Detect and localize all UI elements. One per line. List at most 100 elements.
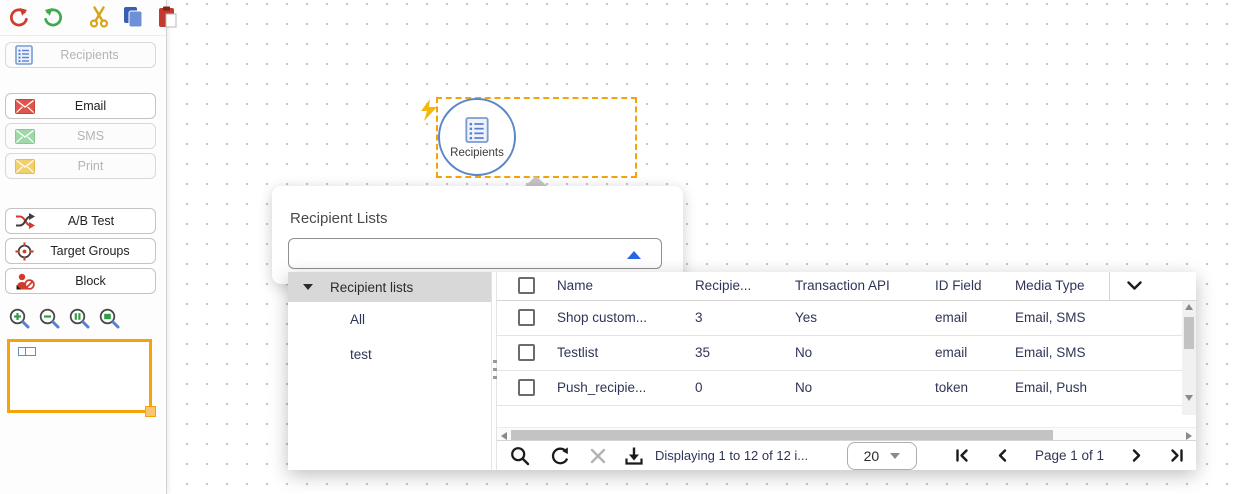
column-header-transaction-api[interactable]: Transaction API bbox=[795, 278, 935, 293]
column-header-recipients[interactable]: Recipie... bbox=[695, 278, 795, 293]
cut-icon[interactable] bbox=[88, 6, 110, 28]
minimap[interactable] bbox=[7, 339, 152, 413]
sidebar-item-label: Target Groups bbox=[34, 244, 146, 258]
scroll-right-icon[interactable] bbox=[1186, 432, 1192, 440]
copy-icon[interactable] bbox=[122, 6, 144, 28]
cell-media-type: Email, SMS bbox=[1015, 310, 1109, 325]
scroll-thumb[interactable] bbox=[1184, 317, 1194, 349]
recipients-node[interactable]: Recipients bbox=[438, 98, 516, 176]
column-header-media-type[interactable]: Media Type bbox=[1015, 278, 1109, 293]
row-checkbox[interactable] bbox=[518, 309, 535, 326]
undo-icon[interactable] bbox=[8, 6, 30, 28]
scroll-left-icon[interactable] bbox=[501, 432, 507, 440]
page-size-select[interactable]: 20 bbox=[847, 442, 917, 470]
sidebar-item-label: Email bbox=[35, 99, 146, 113]
node-label: Recipients bbox=[450, 147, 504, 159]
cell-id-field: email bbox=[935, 345, 1015, 360]
table-row[interactable]: Testlist 35 No email Email, SMS bbox=[497, 336, 1196, 371]
column-menu-button[interactable] bbox=[1109, 272, 1159, 300]
column-header-id-field[interactable]: ID Field bbox=[935, 278, 1015, 293]
zoom-toolbar bbox=[8, 307, 121, 330]
row-checkbox[interactable] bbox=[518, 379, 535, 396]
table-body: Shop custom... 3 Yes email Email, SMS Te… bbox=[497, 301, 1196, 427]
scroll-up-icon[interactable] bbox=[1185, 304, 1193, 310]
cell-media-type: Email, SMS bbox=[1015, 345, 1109, 360]
last-page-button[interactable] bbox=[1156, 444, 1196, 468]
horizontal-scrollbar[interactable] bbox=[497, 427, 1196, 440]
display-status-text: Displaying 1 to 12 of 12 i... bbox=[655, 448, 841, 463]
cell-id-field: email bbox=[935, 310, 1015, 325]
table-header-row: Name Recipie... Transaction API ID Field… bbox=[497, 272, 1196, 301]
zoom-fit-icon[interactable] bbox=[98, 307, 121, 330]
recipients-list-icon bbox=[15, 45, 33, 65]
sidebar-item-ab-test[interactable]: A/B Test bbox=[5, 208, 156, 234]
sidebar-item-label: Recipients bbox=[33, 48, 146, 62]
column-header-name[interactable]: Name bbox=[557, 278, 695, 293]
cell-transaction-api: Yes bbox=[795, 310, 935, 325]
table-row[interactable]: Push_recipie... 0 No token Email, Push bbox=[497, 371, 1196, 406]
prev-page-button[interactable] bbox=[983, 444, 1023, 468]
cell-transaction-api: No bbox=[795, 380, 935, 395]
download-icon[interactable] bbox=[623, 445, 645, 467]
scroll-down-icon[interactable] bbox=[1185, 395, 1193, 401]
tree-root-label: Recipient lists bbox=[330, 280, 413, 295]
search-icon[interactable] bbox=[509, 445, 531, 467]
sidebar-item-block[interactable]: Block bbox=[5, 268, 156, 294]
shuffle-icon bbox=[15, 213, 36, 229]
select-all-checkbox[interactable] bbox=[518, 277, 535, 294]
paste-icon[interactable] bbox=[156, 6, 178, 28]
zoom-out-icon[interactable] bbox=[38, 307, 61, 330]
caret-down-icon bbox=[890, 453, 900, 459]
sms-envelope-icon bbox=[15, 129, 35, 144]
sidebar: Recipients Email SMS Print A/B Test Targ… bbox=[0, 0, 167, 494]
zoom-reset-icon[interactable] bbox=[68, 307, 91, 330]
scroll-thumb[interactable] bbox=[511, 430, 1053, 440]
sidebar-item-label: Print bbox=[35, 159, 146, 173]
refresh-icon[interactable] bbox=[549, 445, 571, 467]
workflow-editor: Recipients Email SMS Print A/B Test Targ… bbox=[0, 0, 1242, 494]
cell-name: Push_recipie... bbox=[557, 380, 695, 395]
trigger-bolt-icon bbox=[421, 99, 438, 121]
recipient-lists-dropdown: Recipient lists All test Name Recipie...… bbox=[288, 272, 1196, 470]
cell-id-field: token bbox=[935, 380, 1015, 395]
recipient-lists-popup: Recipient Lists bbox=[272, 186, 683, 284]
row-checkbox[interactable] bbox=[518, 344, 535, 361]
edit-toolbar bbox=[0, 0, 166, 36]
page-size-value: 20 bbox=[864, 448, 880, 464]
sidebar-item-recipients[interactable]: Recipients bbox=[5, 42, 156, 68]
recipients-node-icon bbox=[465, 116, 489, 144]
sidebar-item-sms[interactable]: SMS bbox=[5, 123, 156, 149]
cell-transaction-api: No bbox=[795, 345, 935, 360]
pagination: Page 1 of 1 bbox=[943, 444, 1196, 468]
first-page-button[interactable] bbox=[943, 444, 983, 468]
sidebar-item-print[interactable]: Print bbox=[5, 153, 156, 179]
next-page-button[interactable] bbox=[1116, 444, 1156, 468]
email-envelope-icon bbox=[15, 99, 35, 114]
redo-icon[interactable] bbox=[42, 6, 64, 28]
print-envelope-icon bbox=[15, 159, 35, 174]
recipient-tree-pane: Recipient lists All test bbox=[288, 272, 492, 470]
table-footer-toolbar: Displaying 1 to 12 of 12 i... 20 Page 1 … bbox=[497, 440, 1196, 470]
cell-name: Testlist bbox=[557, 345, 695, 360]
tree-item-all[interactable]: All bbox=[288, 302, 491, 337]
table-row[interactable]: Shop custom... 3 Yes email Email, SMS bbox=[497, 301, 1196, 336]
sidebar-item-label: Block bbox=[35, 274, 146, 288]
target-icon bbox=[15, 242, 34, 261]
recipient-table-pane: Name Recipie... Transaction API ID Field… bbox=[497, 272, 1196, 470]
sidebar-item-email[interactable]: Email bbox=[5, 93, 156, 119]
vertical-scrollbar[interactable] bbox=[1182, 301, 1196, 415]
caret-up-icon[interactable] bbox=[627, 251, 641, 259]
cell-recipients: 0 bbox=[695, 380, 795, 395]
zoom-in-icon[interactable] bbox=[8, 307, 31, 330]
page-label: Page 1 of 1 bbox=[1023, 448, 1116, 463]
clear-icon[interactable] bbox=[587, 445, 609, 467]
tree-item-label: test bbox=[350, 347, 372, 362]
sidebar-item-target-groups[interactable]: Target Groups bbox=[5, 238, 156, 264]
chevron-down-icon bbox=[1127, 281, 1142, 290]
recipient-lists-combobox[interactable] bbox=[288, 238, 662, 269]
minimap-node bbox=[18, 347, 36, 356]
tree-item-test[interactable]: test bbox=[288, 337, 491, 372]
tree-root-node[interactable]: Recipient lists bbox=[288, 272, 491, 302]
minimap-resize-handle[interactable] bbox=[145, 406, 156, 417]
popup-title: Recipient Lists bbox=[290, 210, 388, 227]
